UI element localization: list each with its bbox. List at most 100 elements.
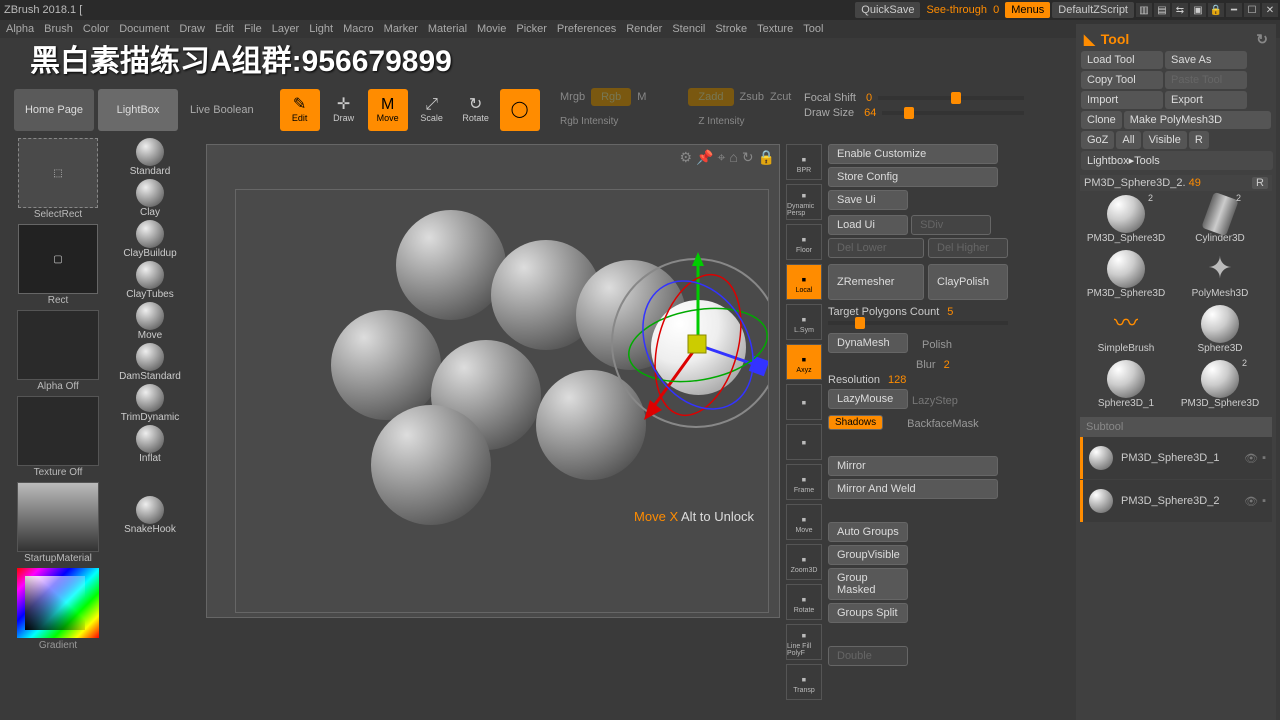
r-button[interactable]: R bbox=[1252, 177, 1268, 189]
groups-split-button[interactable]: Groups Split bbox=[828, 603, 908, 623]
draw-size-slider[interactable] bbox=[882, 111, 1024, 115]
menu-stencil[interactable]: Stencil bbox=[672, 23, 705, 35]
material-thumb[interactable] bbox=[17, 482, 99, 552]
gradient-label[interactable]: Gradient bbox=[39, 640, 77, 651]
side-bpr[interactable]: ▪BPR bbox=[786, 144, 822, 180]
menus-button[interactable]: Menus bbox=[1005, 2, 1050, 18]
polish-label[interactable]: Polish bbox=[922, 339, 952, 351]
lock-icon[interactable]: 🔒 bbox=[758, 149, 775, 166]
canvas[interactable]: Move X Alt to Unlock bbox=[235, 189, 769, 613]
side-l.sym[interactable]: ▪L.Sym bbox=[786, 304, 822, 340]
side-frame[interactable]: ▪Frame bbox=[786, 464, 822, 500]
tool-polymesh3d[interactable]: ✦PolyMesh3D bbox=[1174, 248, 1266, 301]
side-btn[interactable]: ▪ bbox=[786, 384, 822, 420]
tool-pm3d_sphere3d[interactable]: 2PM3D_Sphere3D bbox=[1174, 358, 1266, 411]
default-zscript-button[interactable]: DefaultZScript bbox=[1052, 2, 1134, 18]
side-zoom3d[interactable]: ▪Zoom3D bbox=[786, 544, 822, 580]
brush-move[interactable]: Move bbox=[108, 302, 192, 341]
home-icon[interactable]: ⌂ bbox=[729, 149, 737, 166]
home-page-button[interactable]: Home Page bbox=[14, 89, 94, 131]
subtool-pm3d_sphere3d_2[interactable]: PM3D_Sphere3D_2👁▪ bbox=[1080, 480, 1272, 522]
location-icon[interactable]: ⌖ bbox=[717, 149, 725, 166]
paste-tool-button[interactable]: Paste Tool bbox=[1165, 71, 1247, 89]
side-floor[interactable]: ▪Floor bbox=[786, 224, 822, 260]
menu-light[interactable]: Light bbox=[309, 23, 333, 35]
menu-alpha[interactable]: Alpha bbox=[6, 23, 34, 35]
stroke-thumb[interactable]: ⬚ bbox=[18, 138, 98, 208]
rotate-mode-button[interactable]: ↻Rotate bbox=[456, 89, 496, 131]
goz-all-button[interactable]: All bbox=[1116, 131, 1140, 149]
del-lower-button[interactable]: Del Lower bbox=[828, 238, 924, 258]
live-boolean-button[interactable]: Live Boolean bbox=[182, 100, 262, 120]
load-tool-button[interactable]: Load Tool bbox=[1081, 51, 1163, 69]
tool-pm3d_sphere3d[interactable]: 2PM3D_Sphere3D bbox=[1080, 193, 1172, 246]
menu-render[interactable]: Render bbox=[626, 23, 662, 35]
backfacemask-button[interactable]: BackfaceMask bbox=[907, 418, 979, 430]
gizmo-mode-button[interactable]: ◯ bbox=[500, 89, 540, 131]
goz-visible-button[interactable]: Visible bbox=[1143, 131, 1187, 149]
zremesher-button[interactable]: ZRemesher bbox=[828, 264, 924, 300]
texture-thumb[interactable] bbox=[17, 396, 99, 466]
maximize-icon[interactable]: ☐ bbox=[1244, 3, 1260, 17]
side-btn[interactable]: ▪ bbox=[786, 424, 822, 460]
viewport[interactable]: ⚙ 📌 ⌖ ⌂ ↻ 🔒 Move X Alt to Un bbox=[206, 144, 780, 618]
visibility-icon[interactable]: 👁 bbox=[1244, 452, 1258, 465]
gear-icon[interactable]: ⚙ bbox=[679, 149, 692, 166]
subtool-pm3d_sphere3d_1[interactable]: PM3D_Sphere3D_1👁▪ bbox=[1080, 437, 1272, 479]
paint-icon[interactable]: ▪ bbox=[1262, 495, 1266, 508]
lock-icon[interactable]: 🔒 bbox=[1208, 3, 1224, 17]
export-button[interactable]: Export bbox=[1165, 91, 1247, 109]
menu-stroke[interactable]: Stroke bbox=[715, 23, 747, 35]
dock-icon[interactable]: ▣ bbox=[1190, 3, 1206, 17]
brush-claytubes[interactable]: ClayTubes bbox=[108, 261, 192, 300]
rgb-button[interactable]: Rgb bbox=[591, 88, 631, 106]
load-ui-button[interactable]: Load Ui bbox=[828, 215, 908, 235]
lightbox-button[interactable]: LightBox bbox=[98, 89, 178, 131]
make-polymesh-button[interactable]: Make PolyMesh3D bbox=[1124, 111, 1271, 129]
menu-tool[interactable]: Tool bbox=[803, 23, 823, 35]
mrgb-button[interactable]: Mrgb bbox=[560, 91, 585, 103]
refresh-icon[interactable]: ↻ bbox=[742, 149, 754, 166]
brush-standard[interactable]: Standard bbox=[108, 138, 192, 177]
side-move[interactable]: ▪Move bbox=[786, 504, 822, 540]
mirror-weld-button[interactable]: Mirror And Weld bbox=[828, 479, 998, 499]
draw-mode-button[interactable]: ✛Draw bbox=[324, 89, 364, 131]
gizmo-axes[interactable] bbox=[606, 250, 769, 440]
goz-button[interactable]: GoZ bbox=[1081, 131, 1114, 149]
zadd-button[interactable]: Zadd bbox=[688, 88, 733, 106]
tool-sphere3d[interactable]: Sphere3D bbox=[1174, 303, 1266, 356]
tool-simplebrush[interactable]: 〰SimpleBrush bbox=[1080, 303, 1172, 356]
side-transp[interactable]: ▪Transp bbox=[786, 664, 822, 700]
mirror-button[interactable]: Mirror bbox=[828, 456, 998, 476]
brush-claybuildup[interactable]: ClayBuildup bbox=[108, 220, 192, 259]
menu-material[interactable]: Material bbox=[428, 23, 467, 35]
side-local[interactable]: ▪Local bbox=[786, 264, 822, 300]
minimize-icon[interactable]: ━ bbox=[1226, 3, 1242, 17]
quicksave-button[interactable]: QuickSave bbox=[855, 2, 920, 18]
menu-draw[interactable]: Draw bbox=[179, 23, 205, 35]
edit-mode-button[interactable]: ✎Edit bbox=[280, 89, 320, 131]
target-polygons-slider[interactable] bbox=[828, 321, 1008, 325]
menu-file[interactable]: File bbox=[244, 23, 262, 35]
paint-icon[interactable]: ▪ bbox=[1262, 452, 1266, 465]
menu-texture[interactable]: Texture bbox=[757, 23, 793, 35]
claypolish-button[interactable]: ClayPolish bbox=[928, 264, 1008, 300]
m-button[interactable]: M bbox=[637, 91, 646, 103]
import-button[interactable]: Import bbox=[1081, 91, 1163, 109]
brush-damstandard[interactable]: DamStandard bbox=[108, 343, 192, 382]
alpha-thumb[interactable] bbox=[17, 310, 99, 380]
sdiv-button[interactable]: SDiv bbox=[911, 215, 991, 235]
enable-customize-button[interactable]: Enable Customize bbox=[828, 144, 998, 164]
side-axyz[interactable]: ▪Axyz bbox=[786, 344, 822, 380]
collapse-icon[interactable]: ◣ bbox=[1084, 31, 1095, 48]
dynamesh-button[interactable]: DynaMesh bbox=[828, 333, 908, 353]
brush-trimdynamic[interactable]: TrimDynamic bbox=[108, 384, 192, 423]
double-button[interactable]: Double bbox=[828, 646, 908, 666]
swap-icon[interactable]: ⇆ bbox=[1172, 3, 1188, 17]
menu-brush[interactable]: Brush bbox=[44, 23, 73, 35]
close-icon[interactable]: ✕ bbox=[1262, 3, 1278, 17]
menu-preferences[interactable]: Preferences bbox=[557, 23, 616, 35]
shadows-button[interactable]: Shadows bbox=[828, 415, 883, 430]
group-visible-button[interactable]: GroupVisible bbox=[828, 545, 908, 565]
visibility-icon[interactable]: 👁 bbox=[1244, 495, 1258, 508]
